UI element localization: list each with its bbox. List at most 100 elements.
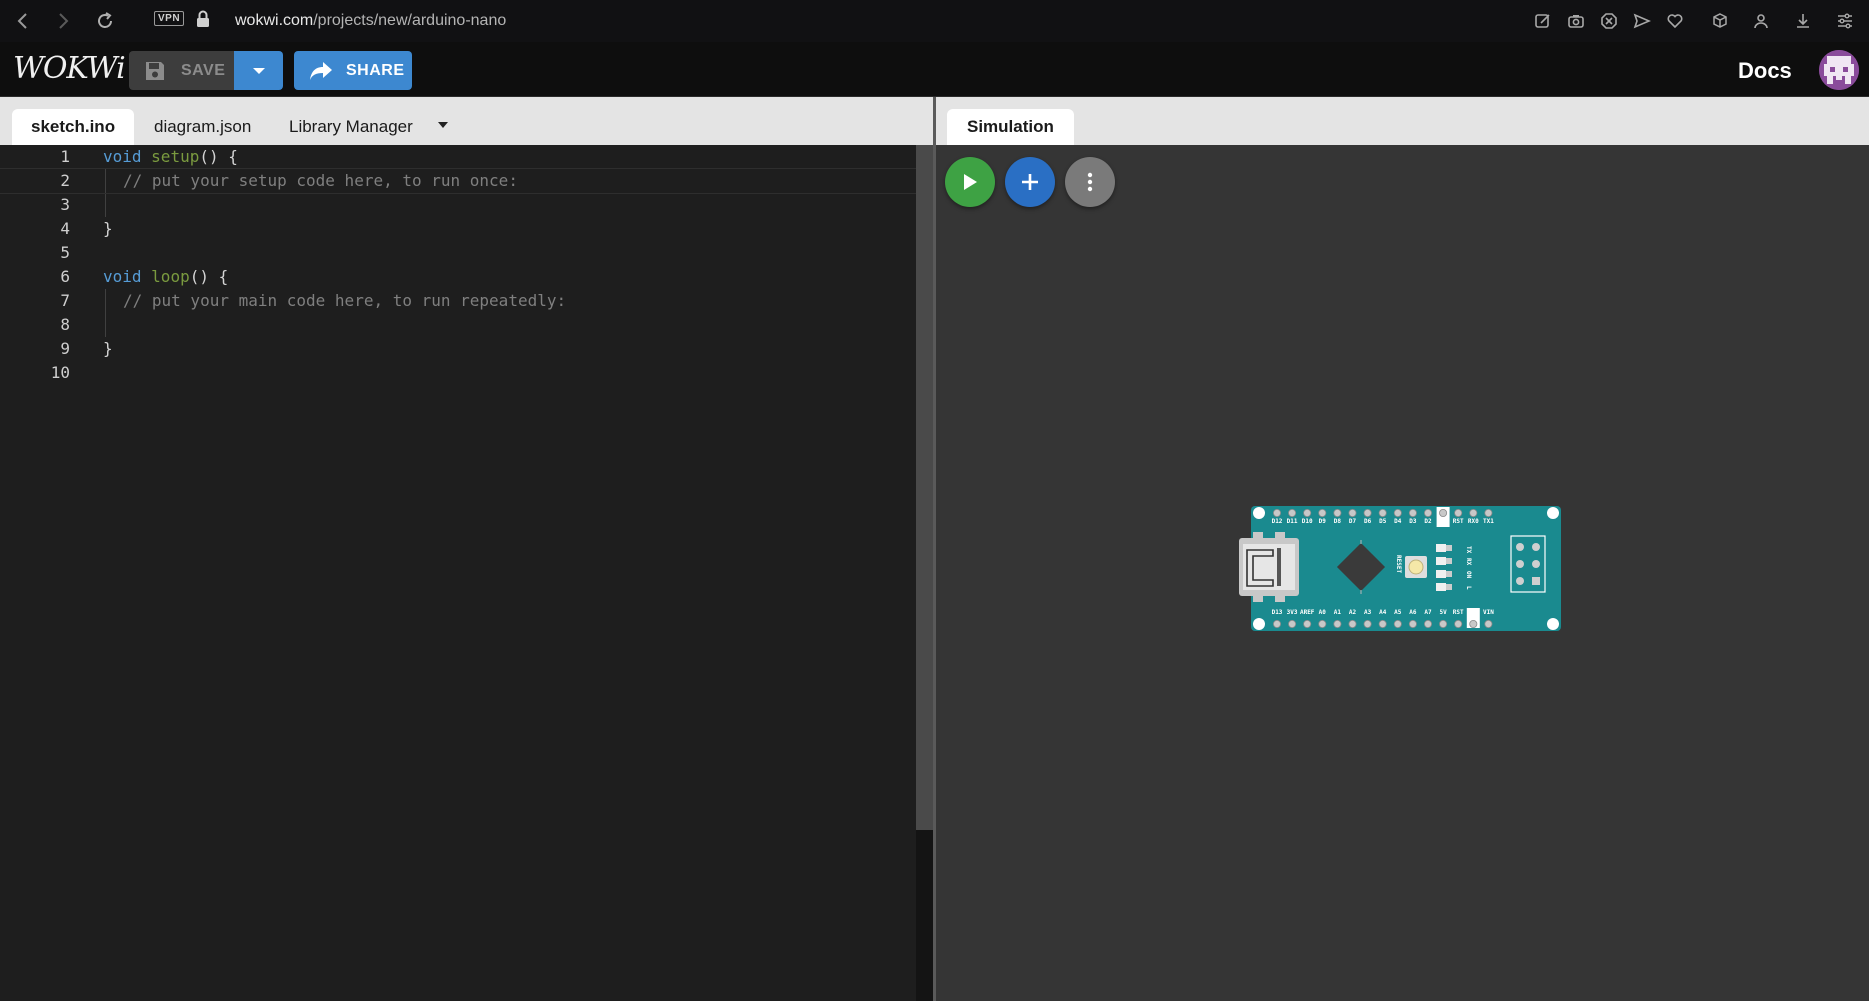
bottom-pin-gnd[interactable] xyxy=(1469,620,1478,629)
editor-scrollbar[interactable] xyxy=(916,145,934,1001)
top-pin-tx1[interactable] xyxy=(1484,508,1493,517)
bottom-pin-label: AREF xyxy=(1300,609,1315,616)
editor-scrollbar-thumb[interactable] xyxy=(916,145,934,830)
bottom-pin-rst[interactable] xyxy=(1454,620,1463,629)
tab-menu-caret-icon[interactable] xyxy=(437,116,449,134)
start-simulation-button[interactable] xyxy=(945,157,995,207)
tab-diagram-json[interactable]: diagram.json xyxy=(154,109,251,145)
bottom-pin-a5[interactable] xyxy=(1393,620,1402,629)
mount-hole xyxy=(1253,618,1265,630)
line-number: 1 xyxy=(60,147,70,166)
tab-sketch-ino[interactable]: sketch.ino xyxy=(12,109,135,145)
lock-icon[interactable] xyxy=(196,10,210,33)
code-comment: // put your setup code here, to run once… xyxy=(123,171,518,190)
arduino-nano-board[interactable]: D12 D11 D10 D9 D8 D7 D6 D5 D4 D3 D2 GND RST RX0 TX1 D1… xyxy=(1239,500,1569,635)
easy-setup-icon[interactable] xyxy=(1834,10,1856,32)
top-pin-d4[interactable] xyxy=(1393,508,1402,517)
heart-icon[interactable] xyxy=(1664,10,1686,32)
code-text: void setup() { xyxy=(103,145,238,169)
save-dropdown-button[interactable] xyxy=(234,51,283,90)
top-pin-d10[interactable] xyxy=(1303,508,1312,517)
led-label-l: L xyxy=(1465,586,1472,590)
url-path: /projects/new/arduino-nano xyxy=(313,12,507,29)
more-options-button[interactable] xyxy=(1065,157,1115,207)
bottom-pin-label: 3V3 xyxy=(1287,609,1298,616)
save-button[interactable]: SAVE xyxy=(129,51,234,90)
line-number: 6 xyxy=(60,267,70,286)
bottom-pin-a3[interactable] xyxy=(1363,620,1372,629)
led-label-on: ON xyxy=(1465,571,1472,579)
line-number: 4 xyxy=(60,219,70,238)
bottom-pin-aref[interactable] xyxy=(1303,620,1312,629)
bottom-pin-label: D13 xyxy=(1272,609,1283,616)
code-line-7: 7 // put your main code here, to run rep… xyxy=(0,289,917,313)
bottom-pin-label: 5V xyxy=(1439,609,1447,616)
bottom-pin-a1[interactable] xyxy=(1333,620,1342,629)
top-pin-rst[interactable] xyxy=(1454,508,1463,517)
code-line-1: 1 void setup() { xyxy=(0,145,917,169)
mount-hole xyxy=(1547,507,1559,519)
docs-link[interactable]: Docs xyxy=(1738,58,1792,84)
top-pin-d9[interactable] xyxy=(1318,508,1327,517)
cube-icon[interactable] xyxy=(1709,10,1731,32)
top-pin-d11[interactable] xyxy=(1288,508,1297,517)
punctuation: } xyxy=(103,219,113,238)
download-icon[interactable] xyxy=(1792,10,1814,32)
tab-simulation[interactable]: Simulation xyxy=(947,109,1074,145)
bottom-pin-a4[interactable] xyxy=(1378,620,1387,629)
top-pin-d2[interactable] xyxy=(1423,508,1432,517)
adblock-icon[interactable] xyxy=(1598,10,1620,32)
line-number: 7 xyxy=(60,291,70,310)
back-icon[interactable] xyxy=(12,10,34,32)
top-pin-d8[interactable] xyxy=(1333,508,1342,517)
top-pin-d12[interactable] xyxy=(1273,508,1282,517)
code-line-6: 6 void loop() { xyxy=(0,265,917,289)
vpn-badge[interactable]: VPN xyxy=(154,11,185,26)
app-header: WOKWi SAVE SHARE Docs xyxy=(0,42,1869,97)
tab-library-manager[interactable]: Library Manager xyxy=(289,109,413,145)
snapshot-edit-icon[interactable] xyxy=(1532,10,1554,32)
send-icon[interactable] xyxy=(1631,10,1653,32)
reset-label: RESET xyxy=(1395,555,1402,573)
top-pin-d3[interactable] xyxy=(1408,508,1417,517)
reload-icon[interactable] xyxy=(94,10,116,32)
bottom-pin-a6[interactable] xyxy=(1408,620,1417,629)
bottom-pin-label: A4 xyxy=(1379,609,1387,616)
usb-connector xyxy=(1239,532,1299,602)
share-label: SHARE xyxy=(346,61,405,79)
line-number: 10 xyxy=(50,363,70,382)
bottom-pin-d13[interactable] xyxy=(1273,620,1282,629)
profile-icon[interactable] xyxy=(1750,10,1772,32)
address-bar[interactable]: wokwi.com/projects/new/arduino-nano xyxy=(235,12,506,30)
bottom-pin-vin[interactable] xyxy=(1484,620,1493,629)
share-button[interactable]: SHARE xyxy=(294,51,412,90)
bottom-pin-a7[interactable] xyxy=(1423,620,1432,629)
top-pin-label: D10 xyxy=(1302,518,1313,525)
top-pin-rx0[interactable] xyxy=(1469,508,1478,517)
bottom-pin-a0[interactable] xyxy=(1318,620,1327,629)
top-pin-d5[interactable] xyxy=(1378,508,1387,517)
share-arrow-icon xyxy=(308,60,334,82)
top-pin-label: D4 xyxy=(1394,518,1402,525)
bottom-pin-label: A1 xyxy=(1334,609,1342,616)
mount-hole xyxy=(1253,507,1265,519)
reset-button[interactable] xyxy=(1405,556,1427,578)
keyword: void xyxy=(103,267,142,286)
top-pin-d6[interactable] xyxy=(1363,508,1372,517)
bottom-pin-5v[interactable] xyxy=(1439,620,1448,629)
avatar[interactable] xyxy=(1819,50,1859,90)
top-pin-d7[interactable] xyxy=(1348,508,1357,517)
camera-icon[interactable] xyxy=(1565,10,1587,32)
save-disk-icon xyxy=(143,59,167,83)
top-pin-gnd[interactable] xyxy=(1439,508,1448,517)
bottom-pin-a2[interactable] xyxy=(1348,620,1357,629)
code-editor[interactable]: 1 void setup() { 2 // put your setup cod… xyxy=(0,145,917,1001)
forward-icon[interactable] xyxy=(52,10,74,32)
wokwi-logo[interactable]: WOKWi xyxy=(13,51,126,86)
url-host: wokwi.com xyxy=(235,12,314,29)
add-part-button[interactable] xyxy=(1005,157,1055,207)
editor-tab-bar: sketch.ino diagram.json Library Manager xyxy=(0,97,933,145)
code-line-2: 2 // put your setup code here, to run on… xyxy=(0,168,917,194)
bottom-pin-label: A6 xyxy=(1409,609,1417,616)
bottom-pin-3v3[interactable] xyxy=(1288,620,1297,629)
